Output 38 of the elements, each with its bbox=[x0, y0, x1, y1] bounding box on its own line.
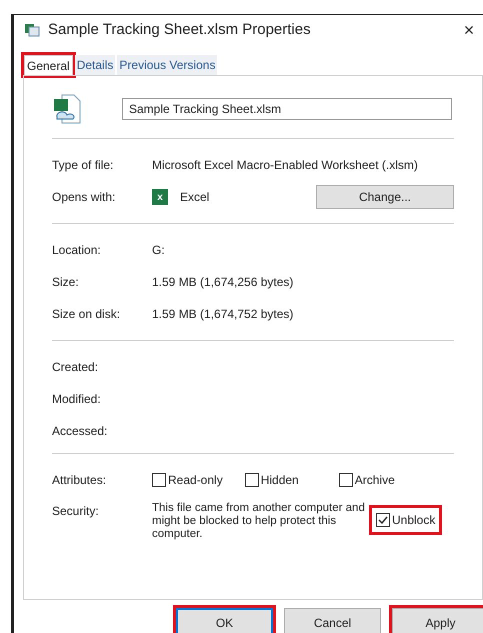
field-value: G: bbox=[152, 242, 165, 259]
excel-icon: x bbox=[152, 189, 168, 205]
unblock-option[interactable]: Unblock bbox=[372, 508, 440, 532]
field-label: Attributes: bbox=[52, 472, 108, 489]
close-button[interactable]: × bbox=[459, 21, 479, 39]
field-label: Location: bbox=[52, 242, 102, 259]
checkbox[interactable] bbox=[152, 473, 166, 487]
excel-file-icon bbox=[52, 93, 82, 125]
checkbox[interactable] bbox=[244, 473, 259, 487]
field-label: Size on disk: bbox=[52, 306, 122, 323]
field-value: Excel bbox=[180, 189, 210, 206]
field-label: Type of file: bbox=[52, 157, 114, 174]
field-value: 1.59 MB (1,674,256 bytes) bbox=[152, 274, 294, 291]
field-value: Microsoft Excel Macro-Enabled Worksheet (.xlsm) bbox=[152, 157, 418, 174]
field-value: 1.59 MB (1,674,752 bytes) bbox=[152, 306, 294, 323]
tab[interactable]: Previous Versions bbox=[117, 55, 218, 75]
tab[interactable]: Details bbox=[74, 55, 116, 75]
change-button[interactable]: Change... bbox=[316, 185, 454, 209]
checkbox-label: Unblock bbox=[392, 512, 436, 529]
field-label: Size: bbox=[52, 274, 80, 291]
field-label: Created: bbox=[52, 359, 100, 376]
field-label: Opens with: bbox=[52, 189, 116, 206]
checkbox[interactable] bbox=[376, 513, 390, 527]
file-name-field[interactable]: Sample Tracking Sheet.xlsm bbox=[122, 98, 452, 120]
dialog-button[interactable]: Apply bbox=[392, 608, 483, 633]
window-title: Sample Tracking Sheet.xlsm Properties bbox=[48, 20, 311, 40]
checkbox-label: Archive bbox=[354, 472, 395, 489]
file-icon bbox=[24, 23, 40, 37]
checkbox[interactable] bbox=[338, 473, 353, 487]
checkbox-label: Hidden bbox=[260, 472, 299, 489]
field-label: Security: bbox=[52, 503, 100, 520]
security-message: This file came from another computer and might be blocked to help protect this computer. bbox=[152, 502, 366, 541]
dialog-button[interactable]: OK bbox=[176, 608, 273, 633]
dialog-button[interactable]: Cancel bbox=[284, 608, 381, 633]
checkbox-label: Read-only bbox=[168, 472, 223, 489]
field-label: Accessed: bbox=[52, 423, 108, 440]
field-label: Modified: bbox=[52, 391, 102, 408]
tab[interactable]: General bbox=[24, 55, 73, 75]
